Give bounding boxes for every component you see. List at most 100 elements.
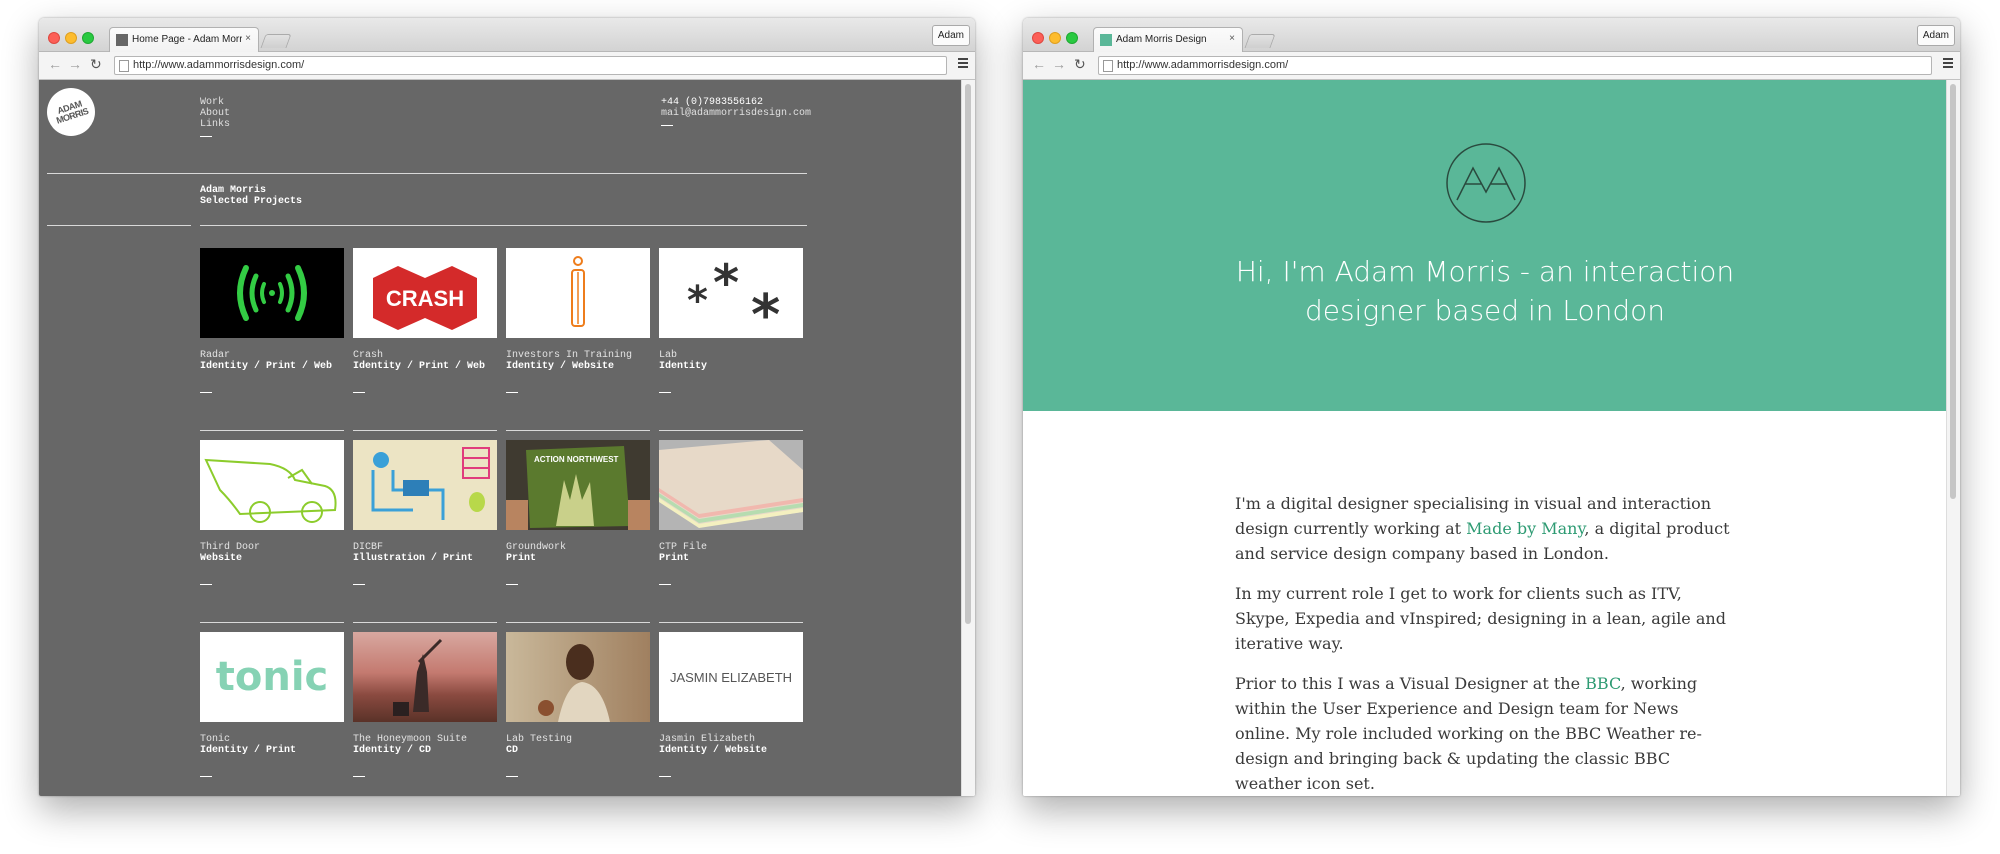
back-arrow-icon[interactable]: ← xyxy=(48,56,62,72)
svg-text:*: * xyxy=(687,278,708,324)
project-card[interactable]: Lab Testing CD xyxy=(506,622,650,777)
favicon-icon xyxy=(116,34,128,46)
nav-item-links[interactable]: Links xyxy=(200,119,230,130)
nav-item-about[interactable]: About xyxy=(200,108,230,119)
forward-arrow-icon[interactable]: → xyxy=(1052,56,1066,72)
email-link[interactable]: mail@adammorrisdesign.com xyxy=(661,108,811,119)
project-dash xyxy=(353,584,365,585)
card-divider xyxy=(506,622,650,623)
zoom-window-button[interactable] xyxy=(82,32,94,44)
project-name: The Honeymoon Suite xyxy=(353,734,468,745)
hero-banner: Hi, I'm Adam Morris - an interaction des… xyxy=(1023,80,1947,411)
browser-window-left: Home Page - Adam Morris × Adam ← → ↻ htt… xyxy=(39,18,975,796)
svg-text:*: * xyxy=(751,283,780,338)
phone-number: +44 (0)7983556162 xyxy=(661,97,764,108)
browser-tab[interactable]: Home Page - Adam Morris × xyxy=(109,27,259,53)
project-thumbnail[interactable] xyxy=(353,440,497,530)
scrollbar[interactable] xyxy=(961,80,975,796)
browser-tab[interactable]: Adam Morris Design × xyxy=(1093,27,1243,53)
project-card[interactable]: The Honeymoon Suite Identity / CD xyxy=(353,622,497,777)
portfolio-site: ADAM MORRIS Work About Links +44 (0)7983… xyxy=(39,80,962,796)
project-name: Investors In Training xyxy=(506,350,633,361)
hero-title: Hi, I'm Adam Morris - an interaction des… xyxy=(1023,252,1947,330)
card-divider xyxy=(353,622,497,623)
project-thumbnail[interactable] xyxy=(200,440,344,530)
project-card[interactable]: CRASH Crash Identity / Print / Web xyxy=(353,248,497,393)
nav-item-work[interactable]: Work xyxy=(200,97,230,108)
project-tags: Identity / Print / Web xyxy=(200,361,333,372)
forward-arrow-icon[interactable]: → xyxy=(68,56,82,72)
tab-close-icon[interactable]: × xyxy=(245,33,251,44)
project-card[interactable]: ACTION NORTHWEST Groundwork Print xyxy=(506,430,650,585)
project-dash xyxy=(200,584,212,585)
divider xyxy=(200,225,807,226)
window-controls xyxy=(48,31,99,49)
project-thumbnail[interactable]: * * * xyxy=(659,248,803,338)
project-name: Third Door xyxy=(200,542,261,553)
project-thumbnail[interactable] xyxy=(506,632,650,722)
bbc-link[interactable]: BBC xyxy=(1585,674,1620,693)
paragraph: Prior to this I was a Visual Designer at… xyxy=(1235,671,1735,796)
project-card[interactable]: JASMIN ELIZABETH Jasmin Elizabeth Identi… xyxy=(659,622,803,777)
project-thumbnail[interactable]: tonic xyxy=(200,632,344,722)
project-thumbnail[interactable]: ACTION NORTHWEST xyxy=(506,440,650,530)
card-divider xyxy=(200,430,344,431)
reload-icon[interactable]: ↻ xyxy=(1074,56,1086,72)
window-controls xyxy=(1032,31,1083,49)
project-card[interactable]: Third Door Website xyxy=(200,430,344,585)
profile-button[interactable]: Adam xyxy=(931,25,970,46)
project-card[interactable]: Radar Identity / Print / Web xyxy=(200,248,344,393)
project-dash xyxy=(506,584,518,585)
project-card[interactable]: Investors In Training Identity / Website xyxy=(506,248,650,393)
menu-icon[interactable] xyxy=(1943,58,1953,70)
address-bar[interactable]: http://www.adammorrisdesign.com/ xyxy=(1098,56,1932,75)
site-logo[interactable]: ADAM MORRIS xyxy=(47,88,95,136)
browser-toolbar: ← → ↻ http://www.adammorrisdesign.com/ xyxy=(1023,52,1960,80)
close-window-button[interactable] xyxy=(48,32,60,44)
project-dash xyxy=(506,392,518,393)
project-tags: Print xyxy=(659,553,690,564)
project-tags: Illustration / Print xyxy=(353,553,474,564)
menu-icon[interactable] xyxy=(958,58,968,70)
project-tags: Website xyxy=(200,553,243,564)
am-monogram-logo xyxy=(1446,143,1526,223)
card-divider xyxy=(659,430,803,431)
project-card[interactable]: CTP File Print xyxy=(659,430,803,585)
project-tags: Identity xyxy=(659,361,708,372)
minimize-window-button[interactable] xyxy=(1049,32,1061,44)
reload-icon[interactable]: ↻ xyxy=(90,56,102,72)
project-thumbnail[interactable]: CRASH xyxy=(353,248,497,338)
project-dash xyxy=(353,776,365,777)
project-thumbnail[interactable] xyxy=(659,440,803,530)
made-by-many-link[interactable]: Made by Many xyxy=(1466,519,1584,538)
project-thumbnail[interactable]: JASMIN ELIZABETH xyxy=(659,632,803,722)
project-dash xyxy=(659,776,671,777)
tab-close-icon[interactable]: × xyxy=(1229,33,1235,44)
scrollbar[interactable] xyxy=(1946,80,1960,796)
project-name: Tonic xyxy=(200,734,231,745)
scrollbar-thumb[interactable] xyxy=(1950,84,1956,499)
project-thumbnail[interactable] xyxy=(506,248,650,338)
page-viewport: ADAM MORRIS Work About Links +44 (0)7983… xyxy=(39,80,975,796)
scrollbar-thumb[interactable] xyxy=(965,84,971,624)
svg-text:*: * xyxy=(713,254,739,312)
hero-title-line: Hi, I'm Adam Morris - an interaction xyxy=(1235,255,1735,288)
new-tab-button[interactable] xyxy=(260,34,292,48)
project-card[interactable]: DICBF Illustration / Print xyxy=(353,430,497,585)
card-divider xyxy=(659,622,803,623)
back-arrow-icon[interactable]: ← xyxy=(1032,56,1046,72)
address-bar[interactable]: http://www.adammorrisdesign.com/ xyxy=(114,56,947,75)
new-tab-button[interactable] xyxy=(1244,34,1276,48)
profile-button[interactable]: Adam xyxy=(1916,25,1955,46)
zoom-window-button[interactable] xyxy=(1066,32,1078,44)
logo-text: ADAM MORRIS xyxy=(54,98,90,126)
project-name: Jasmin Elizabeth xyxy=(659,734,756,745)
close-window-button[interactable] xyxy=(1032,32,1044,44)
project-card[interactable]: * * * Lab Identity xyxy=(659,248,803,393)
project-card[interactable]: tonic Tonic Identity / Print xyxy=(200,622,344,777)
project-thumbnail[interactable] xyxy=(200,248,344,338)
page-icon xyxy=(1103,60,1113,72)
project-thumbnail[interactable] xyxy=(353,632,497,722)
project-name: DICBF xyxy=(353,542,384,553)
minimize-window-button[interactable] xyxy=(65,32,77,44)
